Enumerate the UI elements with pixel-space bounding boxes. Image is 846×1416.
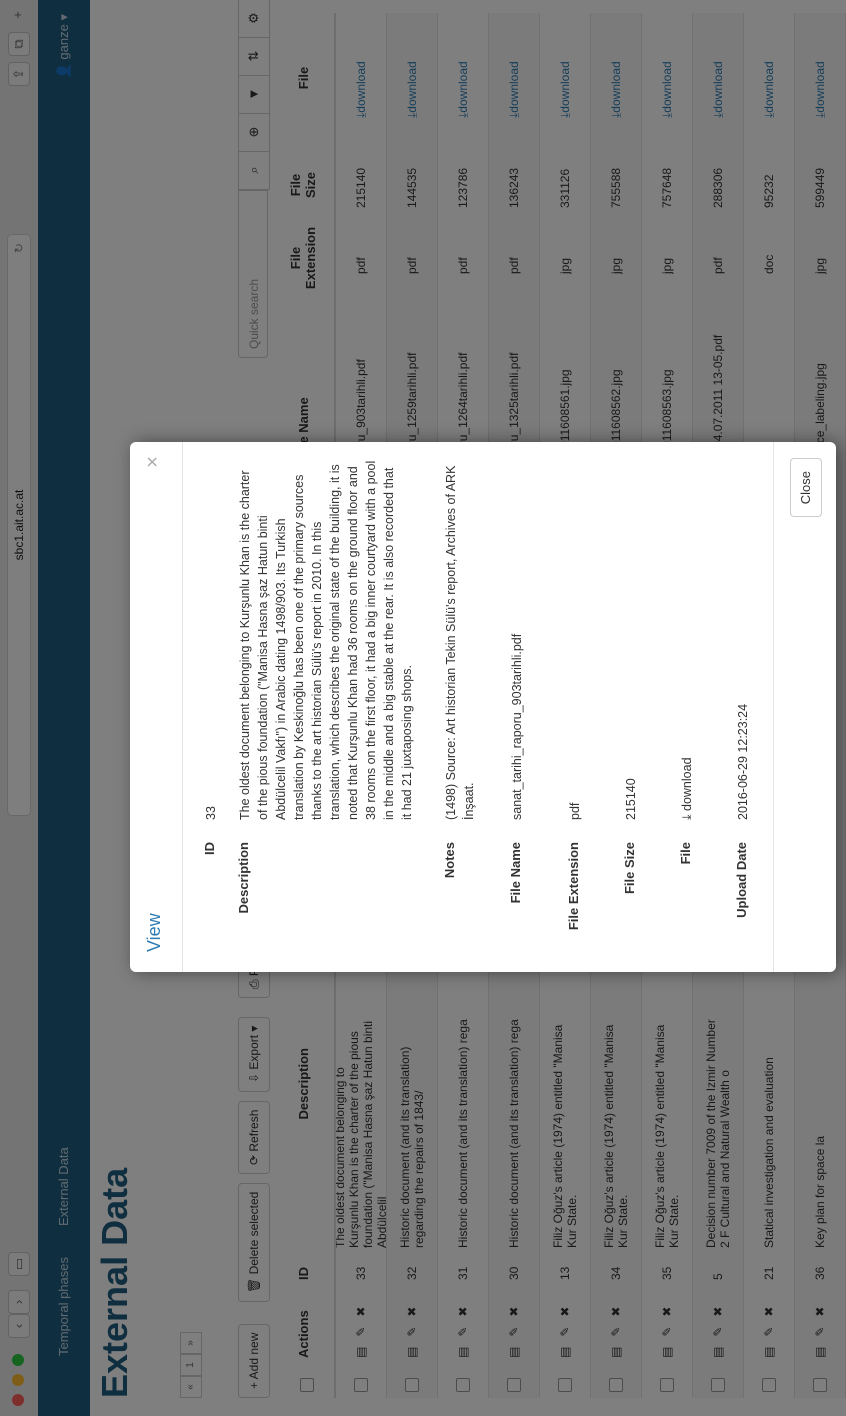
label-file-name: File Name	[508, 842, 523, 904]
label-description: Description	[236, 842, 251, 914]
label-file: File	[678, 842, 693, 865]
value-file-name: sanat_tarihi_raporu_903tarihli.pdf	[510, 633, 524, 820]
value-upload-date: 2016-06-29 12:23:24	[736, 703, 750, 820]
modal-title: View	[144, 913, 164, 952]
modal-header: View ×	[130, 442, 183, 972]
label-file-extension: File Extension	[566, 842, 581, 931]
modal-download-label: download	[680, 757, 694, 811]
label-id: ID	[202, 842, 217, 855]
value-notes: (1498) Source: Art historian Tekin Sülü'…	[444, 465, 476, 820]
close-button[interactable]: Close	[790, 458, 822, 518]
value-file-size: 215140	[624, 778, 638, 820]
label-file-size: File Size	[622, 842, 637, 895]
label-upload-date: Upload Date	[734, 842, 749, 918]
view-modal: View × ID 33 Description The oldest docu…	[130, 442, 836, 972]
close-icon[interactable]: ×	[142, 456, 165, 468]
modal-download-link[interactable]: ⤓ download	[678, 460, 696, 820]
rotated-screen: ‹ › ▭ sbc1.ait.ac.at ↻ ⇪ ⧉ + Temporal ph…	[0, 0, 846, 1416]
value-id: 33	[204, 806, 218, 820]
label-notes: Notes	[442, 842, 457, 879]
value-description: The oldest document belonging to Kurşunl…	[238, 460, 414, 820]
value-file-extension: pdf	[568, 802, 582, 820]
modal-footer: Close	[773, 442, 836, 972]
download-icon: ⤓	[680, 811, 694, 820]
